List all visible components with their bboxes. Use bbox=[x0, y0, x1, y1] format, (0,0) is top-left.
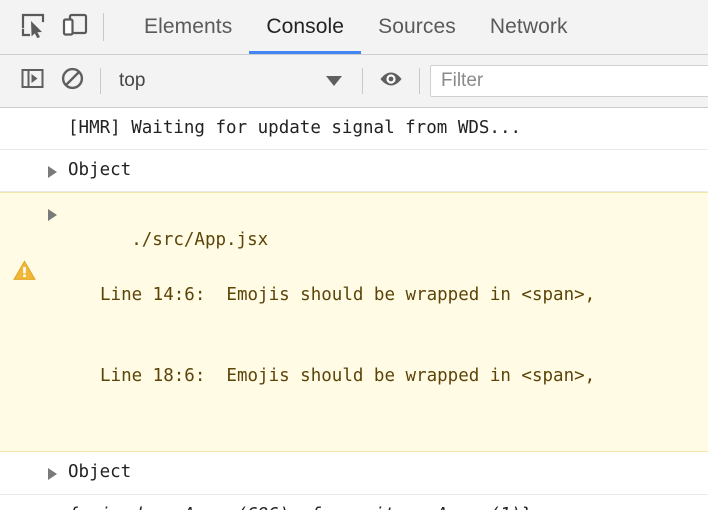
warning-line-1: Line 14:6: Emojis should be wrapped in <… bbox=[100, 284, 596, 305]
devtools-tab-bar: Elements Console Sources Network bbox=[0, 0, 708, 55]
filter-placeholder: Filter bbox=[441, 70, 484, 91]
tab-sources[interactable]: Sources bbox=[361, 0, 473, 54]
console-message-hmr[interactable]: [HMR] Waiting for update signal from WDS… bbox=[0, 108, 708, 151]
console-message-text: Object bbox=[68, 160, 132, 181]
execution-context-selector[interactable]: top bbox=[109, 61, 354, 101]
warning-source-file: ./src/App.jsx bbox=[131, 230, 269, 251]
live-expression-eye-icon bbox=[378, 66, 404, 97]
disclosure-arrow-wrap[interactable] bbox=[48, 157, 68, 179]
warning-message-body: ./src/App.jsx Line 14:6: Emojis should b… bbox=[68, 200, 708, 444]
console-toolbar: top Filter bbox=[0, 55, 708, 108]
console-sidebar-icon bbox=[20, 66, 45, 96]
disclosure-arrow-wrap[interactable] bbox=[48, 502, 68, 510]
message-gutter bbox=[0, 459, 48, 461]
clear-console-button[interactable] bbox=[52, 61, 92, 101]
panel-tabs: Elements Console Sources Network bbox=[127, 0, 585, 54]
toolbar-divider-2 bbox=[362, 68, 363, 94]
filter-input-box[interactable]: Filter bbox=[430, 65, 708, 97]
toolbar-divider-1 bbox=[100, 68, 101, 94]
warning-line-2: Line 18:6: Emojis should be wrapped in <… bbox=[100, 366, 596, 386]
console-message-text: [HMR] Waiting for update signal from WDS… bbox=[68, 118, 522, 138]
tab-elements-label: Elements bbox=[144, 15, 233, 38]
message-arrow-spacer bbox=[48, 115, 68, 124]
inspect-element-button[interactable] bbox=[12, 6, 54, 48]
device-toolbar-icon bbox=[62, 12, 88, 43]
tab-console-label: Console bbox=[266, 15, 345, 38]
tab-console[interactable]: Console bbox=[249, 0, 361, 54]
console-message-text: Object bbox=[68, 462, 132, 483]
console-message-list[interactable]: [HMR] Waiting for update signal from WDS… bbox=[0, 108, 708, 510]
console-message-object-1[interactable]: Object bbox=[0, 150, 708, 193]
tab-sources-label: Sources bbox=[378, 15, 456, 38]
message-gutter bbox=[0, 502, 48, 504]
warning-gutter bbox=[0, 200, 48, 280]
tabbar-divider bbox=[103, 13, 104, 41]
inspect-cursor-icon bbox=[20, 12, 46, 43]
console-message-object-2[interactable]: Object bbox=[0, 452, 708, 495]
clear-console-icon bbox=[60, 66, 85, 96]
console-message-object-preview-1[interactable]: {episodes: Array(686), favourites: Array… bbox=[0, 495, 708, 510]
tab-network-label: Network bbox=[489, 15, 568, 38]
tabbar-icon-group bbox=[0, 0, 117, 54]
execution-context-label: top bbox=[119, 70, 146, 91]
disclosure-triangle-icon[interactable] bbox=[48, 209, 57, 222]
tab-elements[interactable]: Elements bbox=[127, 0, 249, 54]
disclosure-triangle-icon[interactable] bbox=[48, 468, 57, 481]
disclosure-triangle-icon[interactable] bbox=[48, 166, 57, 179]
console-message-text: {episodes: Array(686), favourites: Array… bbox=[68, 502, 708, 510]
toolbar-divider-3 bbox=[419, 68, 420, 94]
warning-triangle-icon bbox=[12, 205, 36, 280]
console-sidebar-toggle-button[interactable] bbox=[12, 61, 52, 101]
live-expression-button[interactable] bbox=[371, 61, 411, 101]
disclosure-arrow-wrap[interactable] bbox=[48, 200, 68, 222]
message-gutter bbox=[0, 157, 48, 159]
tab-network[interactable]: Network bbox=[473, 0, 585, 54]
device-toolbar-button[interactable] bbox=[54, 6, 96, 48]
disclosure-arrow-wrap[interactable] bbox=[48, 459, 68, 481]
console-message-warning[interactable]: ./src/App.jsx Line 14:6: Emojis should b… bbox=[0, 192, 708, 453]
message-gutter bbox=[0, 115, 48, 117]
chevron-down-icon bbox=[326, 76, 342, 86]
